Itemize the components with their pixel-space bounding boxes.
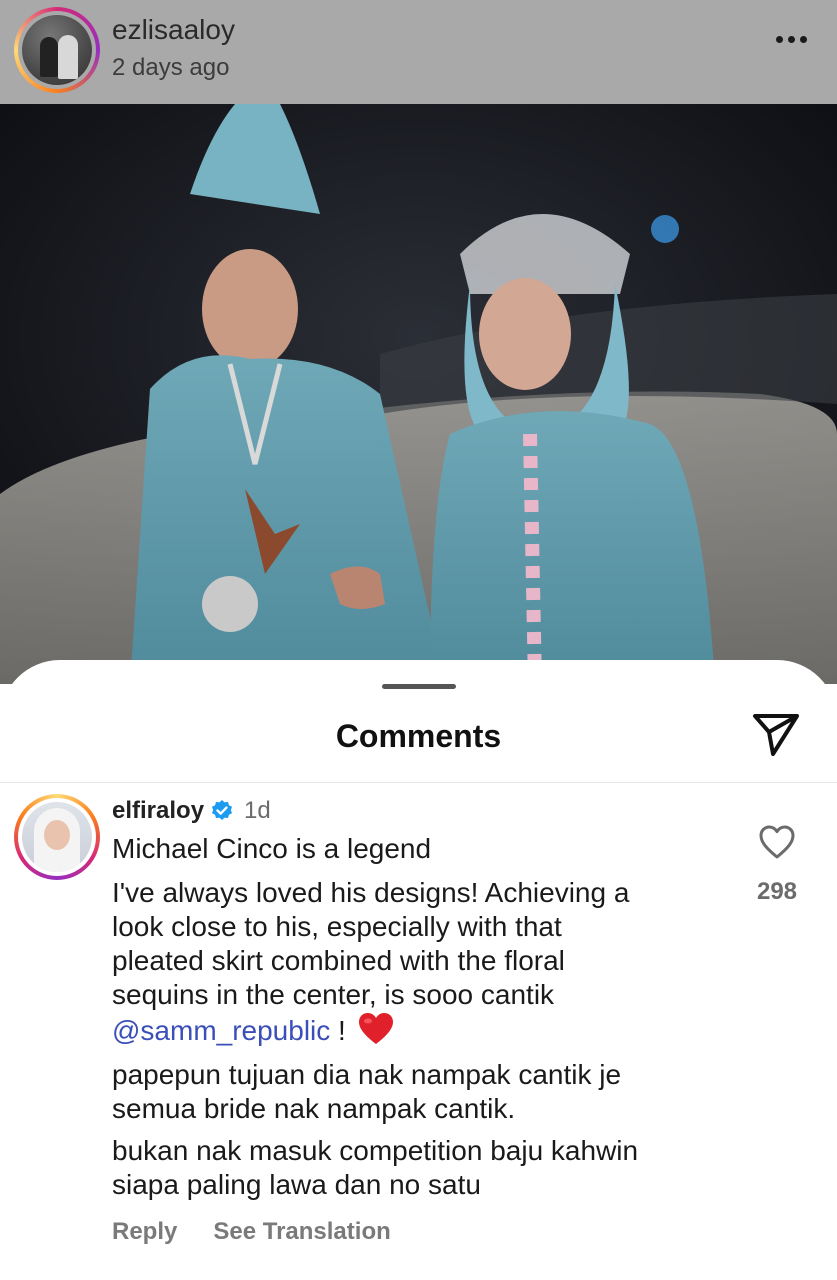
comment-line: sequins in the center, is sooo cantik	[112, 979, 555, 1010]
commenter-username[interactable]: elfiraloy	[112, 797, 204, 825]
post-author-avatar[interactable]	[14, 7, 100, 93]
comment-line: semua bride nak nampak cantik.	[112, 1093, 516, 1124]
sheet-drag-handle[interactable]	[382, 684, 456, 689]
mention-link[interactable]: @samm_republic	[112, 1015, 330, 1046]
reply-button[interactable]: Reply	[112, 1218, 177, 1246]
post-photo	[0, 104, 837, 684]
comment-line: papepun tujuan dia nak nampak cantik je	[112, 1059, 622, 1090]
comment-header: elfiraloy 1d	[112, 797, 271, 825]
comment-line-with-mention: @samm_republic !	[112, 1012, 394, 1048]
comment-line: I've always loved his designs! Achieving…	[112, 877, 630, 908]
comment-actions: Reply See Translation	[112, 1218, 391, 1246]
divider	[0, 782, 837, 783]
post-timestamp: 2 days ago	[112, 54, 230, 81]
red-heart-emoji-icon	[358, 1013, 393, 1044]
comment-line: siapa paling lawa dan no satu	[112, 1169, 481, 1200]
comment-line-suffix: !	[330, 1015, 346, 1046]
see-translation-button[interactable]: See Translation	[213, 1218, 390, 1246]
commenter-avatar[interactable]	[14, 794, 100, 880]
comment-line: Michael Cinco is a legend	[112, 833, 432, 864]
more-options-icon[interactable]	[776, 36, 807, 43]
comment-line: bukan nak masuk competition baju kahwin	[112, 1135, 639, 1166]
post-header: ezlisaaloy 2 days ago	[0, 0, 837, 104]
post-author-username[interactable]: ezlisaaloy	[112, 14, 235, 46]
paper-plane-icon[interactable]	[751, 712, 801, 758]
comment-line: look close to his, especially with that	[112, 911, 562, 942]
comment-timestamp: 1d	[244, 797, 271, 824]
like-heart-icon[interactable]	[758, 824, 796, 860]
like-count: 298	[756, 878, 798, 905]
sheet-title: Comments	[335, 718, 502, 754]
wedding-photo-illustration	[0, 104, 837, 684]
verified-badge-icon	[212, 800, 233, 820]
comment-line: pleated skirt combined with the floral	[112, 945, 565, 976]
comments-sheet: Comments elfiraloy 1d Michael Cinco is a…	[0, 660, 837, 1280]
